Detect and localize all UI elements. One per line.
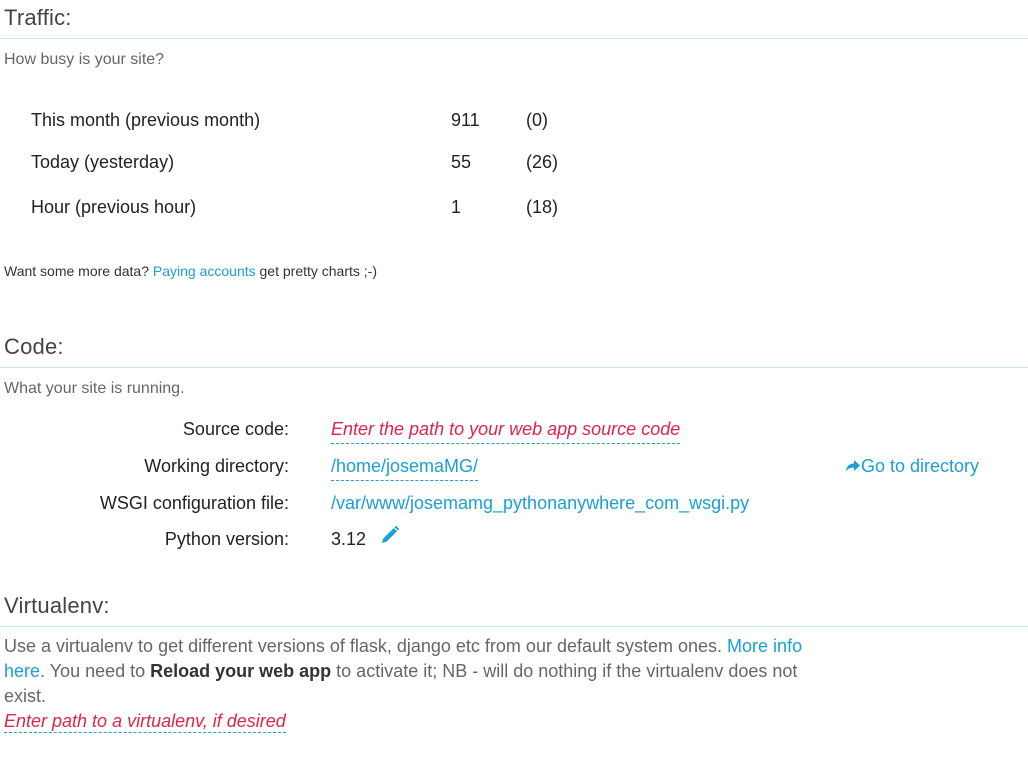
- wsgi-config-file-link[interactable]: /var/www/josemamg_pythonanywhere_com_wsg…: [331, 490, 749, 516]
- source-code-input[interactable]: Enter the path to your web app source co…: [331, 416, 681, 444]
- traffic-row-label: This month (previous month): [31, 110, 261, 130]
- reload-web-app-text: Reload your web app: [150, 661, 332, 681]
- wsgi-label: WSGI configuration file:: [99, 493, 289, 513]
- more-data-note: Want some more data? Paying accounts get…: [4, 262, 377, 280]
- virtualenv-section-title: Virtualenv:: [4, 593, 110, 618]
- more-data-suffix: get pretty charts ;-): [255, 263, 378, 279]
- more-data-prefix: Want some more data?: [4, 263, 153, 279]
- python-version-value: 3.12: [331, 529, 367, 549]
- traffic-row-value: 55: [451, 152, 472, 172]
- virtualenv-path-input[interactable]: Enter path to a virtualenv, if desired: [4, 711, 286, 733]
- code-section-divider: [0, 367, 1028, 368]
- traffic-row-label: Hour (previous hour): [31, 197, 197, 217]
- pencil-icon[interactable]: [380, 525, 400, 552]
- virtualenv-desc-part2: . You need to: [40, 661, 151, 681]
- config-row-wsgi: WSGI configuration file: /var/www/josema…: [0, 490, 1028, 516]
- code-section-title: Code:: [4, 334, 64, 359]
- traffic-row-previous: (18): [526, 197, 559, 217]
- source-code-label: Source code:: [182, 419, 289, 439]
- go-to-directory-label: Go to directory: [861, 456, 980, 476]
- paying-accounts-link[interactable]: Paying accounts: [153, 263, 256, 279]
- traffic-section-title: Traffic:: [4, 5, 72, 30]
- working-directory-label: Working directory:: [144, 456, 289, 476]
- python-version-label: Python version:: [164, 529, 289, 549]
- traffic-section-divider: [0, 38, 1028, 39]
- virtualenv-path-wrap: Enter path to a virtualenv, if desired: [4, 709, 286, 733]
- share-arrow-icon: [845, 460, 860, 472]
- python-version-value-wrap: 3.12: [331, 525, 400, 552]
- config-row-source-code: Source code: Enter the path to your web …: [0, 416, 1028, 444]
- virtualenv-section-divider: [0, 626, 1028, 627]
- traffic-section-description: How busy is your site?: [4, 51, 165, 68]
- go-to-directory-link[interactable]: Go to directory: [845, 453, 979, 479]
- traffic-row-previous: (26): [526, 152, 559, 172]
- virtualenv-desc-part1: Use a virtualenv to get different versio…: [4, 636, 728, 656]
- code-section-description: What your site is running.: [4, 380, 185, 397]
- virtualenv-description: Use a virtualenv to get different versio…: [4, 634, 804, 709]
- traffic-row-previous: (0): [526, 110, 548, 130]
- working-directory-input[interactable]: /home/josemaMG/: [331, 453, 479, 481]
- traffic-row-value: 911: [451, 110, 480, 130]
- traffic-row-label: Today (yesterday): [31, 152, 175, 172]
- traffic-row-value: 1: [451, 197, 462, 217]
- config-row-python-version: Python version: 3.12: [0, 525, 1028, 552]
- config-row-working-directory: Working directory: /home/josemaMG/ Go to…: [0, 453, 1028, 481]
